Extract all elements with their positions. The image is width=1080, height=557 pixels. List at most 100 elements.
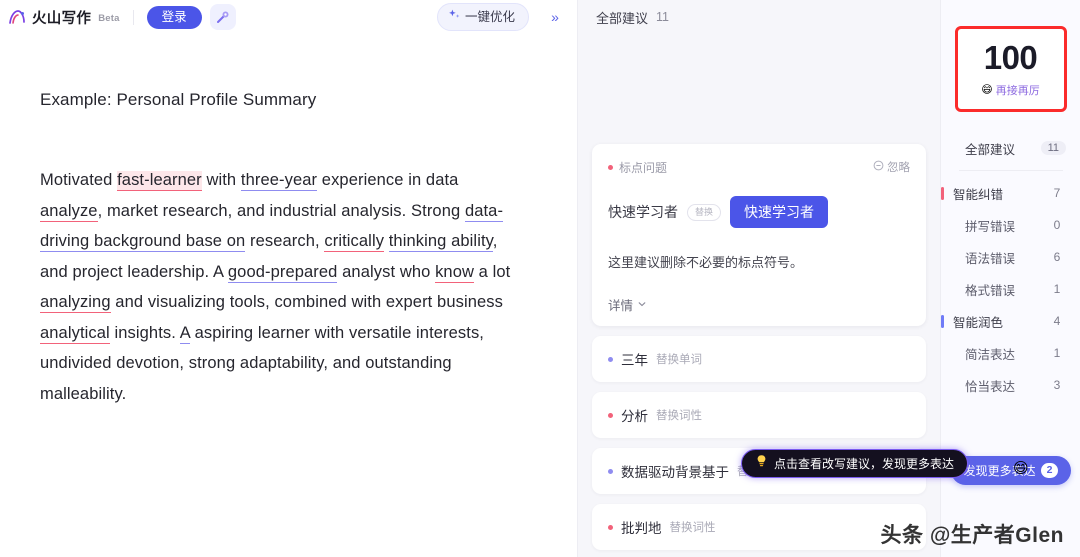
category-row[interactable]: 格式错误 1 (941, 273, 1080, 305)
lightbulb-icon (755, 454, 768, 473)
sparkle-icon (448, 8, 461, 26)
annotated-text-span[interactable]: A (179, 323, 190, 344)
suggestion-word: 三年 (621, 353, 648, 368)
category-name: 简洁表达 (965, 347, 1016, 362)
category-color-bar (941, 142, 944, 155)
card-replacement-chip[interactable]: 快速学习者 (730, 196, 829, 228)
volcano-logo-icon (8, 8, 27, 27)
category-name: 全部建议 (965, 142, 1016, 157)
suggestion-dot-icon (608, 412, 613, 418)
category-color-bar (941, 314, 944, 328)
annotated-text-span[interactable]: good-prepared (227, 262, 338, 283)
editor-toolbar: 火山写作 Beta 登录 一键优化 » (0, 0, 577, 34)
text-span: and visualizing tools, combined with exp… (110, 293, 503, 311)
magic-wand-icon[interactable] (209, 4, 236, 30)
category-row[interactable]: 语法错误 6 (941, 241, 1080, 273)
error-dot-icon (608, 164, 613, 170)
text-span: Motivated (40, 171, 118, 189)
suggestion-word: 数据驱动背景基于 (621, 465, 729, 480)
text-span: insights. (109, 323, 180, 342)
card-original-text: 快速学习者 (608, 204, 678, 220)
text-span: a lot (474, 262, 511, 281)
brand-name: 火山写作 (32, 10, 92, 27)
discover-emoji-icon: 😄 (1013, 460, 1029, 477)
category-color-bar (941, 186, 944, 200)
suggestion-kind: 替换词性 (656, 410, 702, 422)
suggestion-rows: 三年替换单词分析替换词性数据驱动背景基于替换批判地替换词性 (592, 336, 926, 550)
toolbar-divider (132, 9, 134, 25)
text-span: with (201, 171, 241, 189)
annotated-text-span[interactable]: critically (324, 232, 385, 252)
app-root: 火山写作 Beta 登录 一键优化 » Example: Personal Pr… (0, 0, 1080, 557)
category-row[interactable]: 简洁表达 1 (941, 337, 1080, 369)
login-button[interactable]: 登录 (146, 5, 202, 29)
category-name: 智能纠错 (953, 187, 1004, 202)
category-count: 0 (1053, 218, 1061, 232)
score-subtitle: 再接再厉 (995, 84, 1040, 97)
annotated-text-span[interactable]: analyzing (40, 293, 111, 313)
category-color-bar (941, 379, 944, 392)
discover-more-badge: 2 (1040, 463, 1059, 478)
card-header: 标点问题 忽略 (608, 158, 910, 176)
category-count: 1 (1053, 282, 1061, 296)
annotated-text-span[interactable]: fast-learner (117, 171, 202, 191)
beta-tag: Beta (98, 12, 120, 24)
category-row[interactable]: 智能纠错 7 (941, 177, 1080, 209)
suggestions-title: 全部建议 (596, 10, 649, 26)
category-row[interactable]: 全部建议 11 (941, 132, 1080, 164)
rewrite-tooltip[interactable]: 点击查看改写建议，发现更多表达 (741, 449, 969, 478)
suggestion-row[interactable]: 三年 替换单词 (592, 336, 926, 382)
smiley-icon: 😄 (981, 84, 993, 96)
annotated-text-span[interactable]: know (435, 262, 474, 283)
category-count: 11 (1040, 141, 1066, 155)
category-row[interactable]: 拼写错误 0 (941, 209, 1080, 241)
replace-arrow-icon: 替换 (687, 203, 722, 221)
card-replacement-row: 快速学习者 替换 快速学习者 (608, 196, 910, 228)
text-span: research, (245, 232, 325, 250)
suggestion-word: 分析 (621, 409, 648, 424)
annotated-text-span[interactable]: three-year (240, 171, 318, 191)
category-color-bar (941, 283, 944, 296)
optimize-label: 一键优化 (464, 9, 515, 24)
text-span: , market research, and industrial analys… (97, 201, 465, 220)
suggestion-dot-icon (608, 524, 613, 530)
card-details-label: 详情 (608, 299, 634, 313)
watermark: 头条 @生产者Glen (880, 524, 1064, 547)
score-subtitle-row: 😄 再接再厉 (981, 82, 1039, 98)
suggestions-header: 全部建议 11 (578, 0, 940, 34)
category-name: 拼写错误 (965, 219, 1016, 234)
category-name: 语法错误 (965, 251, 1016, 266)
card-tag-label: 标点问题 (619, 160, 668, 175)
suggestion-dot-icon (608, 356, 613, 362)
suggestion-row[interactable]: 分析 替换词性 (592, 392, 926, 438)
ignore-button[interactable]: 忽略 (873, 158, 910, 176)
suggestions-count: 11 (656, 10, 669, 24)
discover-more-button[interactable]: 发现更多表达 2 😄 (951, 456, 1071, 485)
annotated-text-span[interactable]: thinking ability (388, 232, 493, 252)
text-span: experience in data (317, 171, 459, 189)
category-row[interactable]: 恰当表达 3 (941, 369, 1080, 401)
ignore-label: 忽略 (887, 162, 910, 174)
card-description: 这里建议删除不必要的标点符号。 (608, 255, 804, 270)
annotated-text-span[interactable]: analytical (40, 323, 110, 344)
suggestion-dot-icon (608, 468, 613, 474)
one-click-optimize-button[interactable]: 一键优化 (436, 3, 529, 31)
category-count: 3 (1053, 378, 1061, 392)
category-name: 恰当表达 (965, 379, 1016, 394)
card-details-toggle[interactable]: 详情 (608, 295, 910, 314)
category-row[interactable]: 智能润色 4 (941, 305, 1080, 337)
category-separator (958, 170, 1063, 171)
annotated-text-span[interactable]: analyze (40, 201, 98, 222)
suggestion-row[interactable]: 批判地 替换词性 (592, 504, 926, 550)
score-card: 100 😄 再接再厉 (954, 26, 1067, 112)
score-value: 100 (983, 38, 1038, 76)
category-color-bar (941, 347, 944, 360)
circle-minus-icon (873, 158, 884, 176)
document-area[interactable]: Example: Personal Profile Summary Motiva… (0, 34, 577, 557)
suggestion-card-active[interactable]: 标点问题 忽略 快速学习者 替换 快速学习者 这里建议删除不必要的标点符号。 详… (592, 144, 926, 326)
category-color-bar (941, 219, 944, 232)
document-paragraph[interactable]: Motivated fast-learner with three-year e… (40, 165, 520, 409)
suggestion-kind: 替换单词 (656, 354, 702, 366)
editor-column: 火山写作 Beta 登录 一键优化 » Example: Personal Pr… (0, 0, 577, 557)
double-chevron-right-icon[interactable]: » (543, 5, 567, 29)
